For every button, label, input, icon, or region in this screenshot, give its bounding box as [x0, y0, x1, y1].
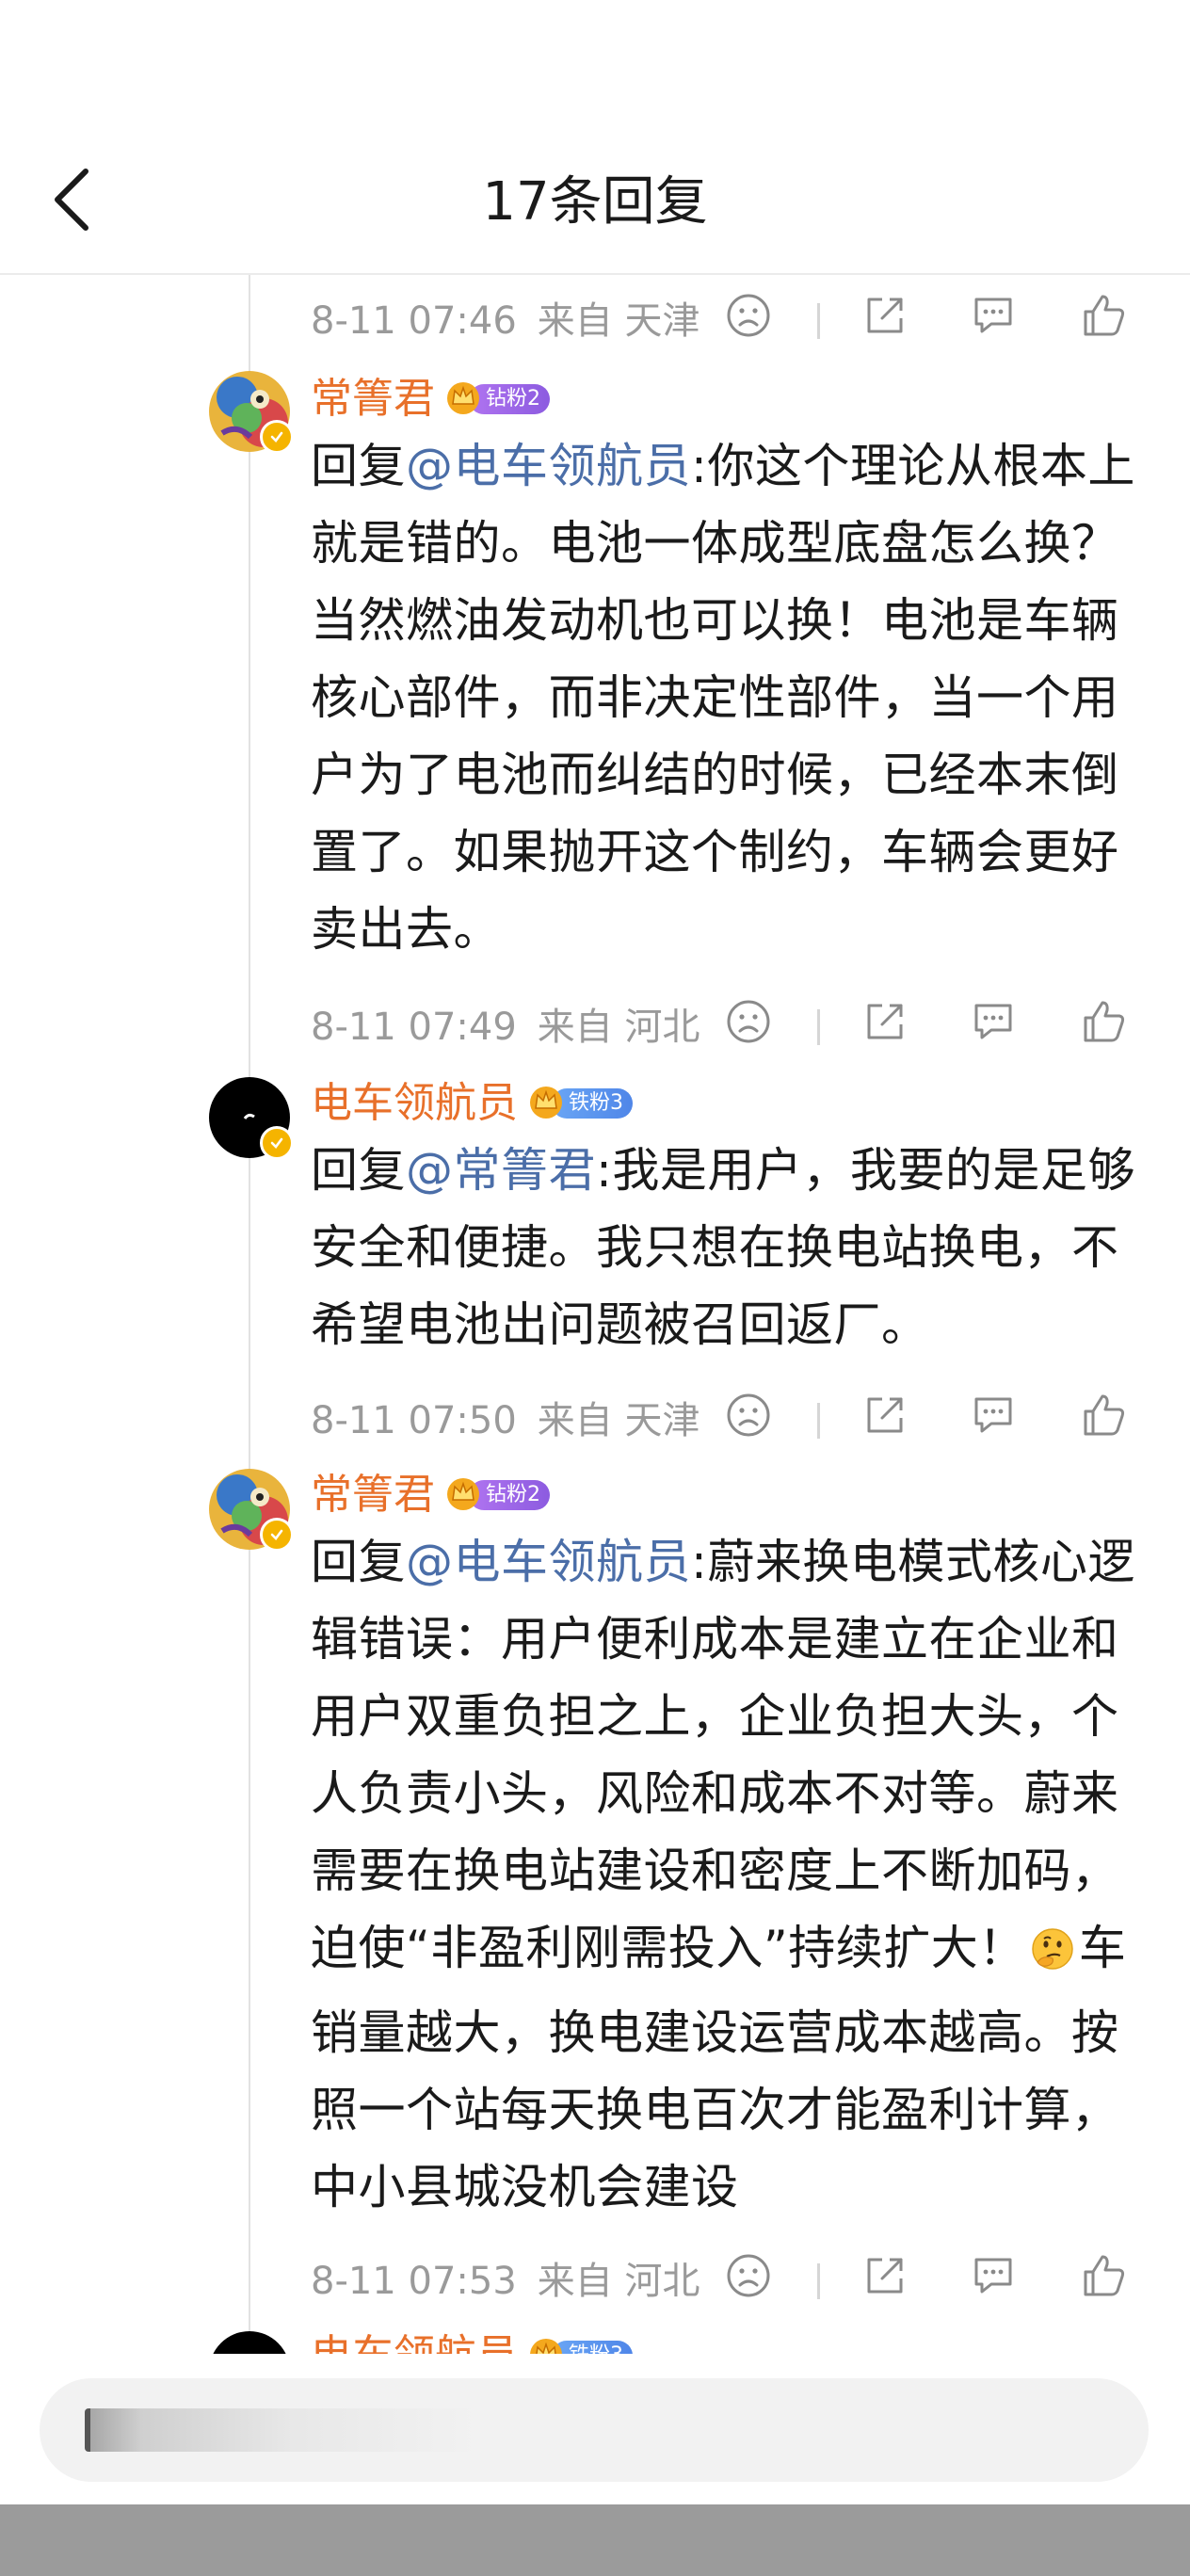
reply-prefix: 回复: [311, 1535, 406, 1589]
like-button[interactable]: [1071, 2245, 1137, 2310]
reply-content[interactable]: 回复@电车领航员:蔚来换电模式核心逻辑错误：用户便利成本是建立在企业和用户双重负…: [311, 1523, 1158, 2226]
username-row: 常箐君 钻粉2: [311, 1467, 550, 1523]
dislike-button[interactable]: [716, 1384, 781, 1450]
comment-button[interactable]: [960, 1384, 1026, 1450]
frown-face-icon: [725, 2252, 772, 2303]
frown-face-icon: [725, 1392, 772, 1442]
username-row: 电车领航员 铁粉3: [311, 1075, 633, 1132]
username[interactable]: 常箐君: [311, 371, 435, 427]
crown-icon: [527, 1083, 565, 1124]
reply-content[interactable]: 回复@电车领航员:你这个理论从根本上就是错的。电池一体成型底盘怎么换？当然燃油发…: [311, 427, 1158, 968]
share-button[interactable]: [852, 284, 918, 350]
comment-meta-row: 8-11 07:49 来自 河北: [311, 990, 1158, 1066]
share-button[interactable]: [852, 2245, 918, 2310]
thumbs-up-icon: [1080, 997, 1129, 1050]
comment-meta-row: 8-11 07:50 来自 天津: [311, 1384, 1158, 1459]
comment-time: 8-11 07:49: [311, 1006, 517, 1049]
mention-link[interactable]: @电车领航员: [406, 1535, 691, 1589]
like-button[interactable]: [1071, 990, 1137, 1056]
share-icon: [861, 1392, 909, 1442]
comment-button[interactable]: [960, 2245, 1026, 2310]
verified-badge-icon: [260, 420, 294, 454]
comment-location: 来自 河北: [537, 1006, 700, 1049]
share-icon: [861, 2252, 909, 2303]
reply-text: :你这个理论从根本上就是错的。电池一体成型底盘怎么换？当然燃油发动机也可以换！电…: [311, 439, 1135, 957]
comment-meta-row: 8-11 07:53 来自 河北: [311, 2245, 1158, 2320]
username[interactable]: 电车领航员: [311, 1075, 518, 1132]
comment-time: 8-11 07:46: [311, 299, 517, 343]
comment-bubble-icon: [969, 2252, 1018, 2303]
thumbs-up-icon: [1080, 2251, 1129, 2304]
avatar[interactable]: [209, 371, 294, 454]
action-divider: [817, 1403, 820, 1439]
share-icon: [861, 292, 909, 343]
frown-face-icon: [725, 998, 772, 1049]
reply-input[interactable]: [40, 2378, 1149, 2482]
reply-content[interactable]: 回复@常箐君:我是用户，我要的是足够安全和便捷。我只想在换电站换电，不希望电池出…: [311, 1132, 1158, 1363]
like-button[interactable]: [1071, 284, 1137, 350]
top-header: 17条回复: [0, 0, 1190, 275]
share-icon: [861, 998, 909, 1049]
share-button[interactable]: [852, 1384, 918, 1450]
comment-bubble-icon: [969, 292, 1018, 343]
thumbs-up-icon: [1080, 1391, 1129, 1443]
comment-meta-row: 8-11 07:46 来自 天津: [311, 284, 1158, 360]
comment-button[interactable]: [960, 284, 1026, 350]
comment-bubble-icon: [969, 998, 1018, 1049]
mention-link[interactable]: @常箐君: [406, 1143, 596, 1198]
crown-icon: [527, 2335, 565, 2354]
reply-thread[interactable]: 8-11 07:46 来自 天津 常箐君 钻粉2 回复@电车领航员:你这个理论从…: [0, 273, 1190, 2354]
comment-location: 来自 天津: [537, 1399, 700, 1442]
comment-button[interactable]: [960, 990, 1026, 1056]
verified-badge-icon: [260, 1518, 294, 1552]
comment-time: 8-11 07:53: [311, 2260, 517, 2303]
mention-link[interactable]: @电车领航员: [406, 439, 691, 493]
reply-prefix: 回复: [311, 1143, 406, 1198]
like-button[interactable]: [1071, 1384, 1137, 1450]
fan-badge[interactable]: 钻粉2: [444, 378, 550, 420]
avatar-image: [209, 2331, 290, 2354]
page-title: 17条回复: [482, 171, 708, 233]
crown-icon: [444, 378, 482, 420]
crown-icon: [444, 1474, 482, 1516]
dislike-button[interactable]: [716, 990, 781, 1056]
reply-text: :蔚来换电模式核心逻辑错误：用户便利成本是建立在企业和用户双重负担之上，企业负担…: [311, 1535, 1135, 1975]
action-divider: [817, 1009, 820, 1045]
frown-face-icon: [725, 292, 772, 343]
dislike-button[interactable]: [716, 2245, 781, 2310]
username-row: 电车领航员 铁粉3: [311, 2327, 633, 2354]
comment-location: 来自 天津: [537, 299, 700, 343]
reply-prefix: 回复: [311, 439, 406, 493]
action-divider: [817, 2263, 820, 2299]
comment-location: 来自 河北: [537, 2260, 700, 2303]
fan-badge[interactable]: 铁粉3: [527, 1083, 633, 1124]
username-row: 常箐君 钻粉2: [311, 371, 550, 427]
username[interactable]: 电车领航员: [311, 2327, 518, 2354]
system-navigation-bar: [0, 2504, 1190, 2576]
bottom-reply-bar: [0, 2354, 1190, 2504]
share-button[interactable]: [852, 990, 918, 1056]
fan-badge[interactable]: 铁粉3: [527, 2335, 633, 2354]
verified-badge-icon: [260, 1126, 294, 1160]
fan-badge[interactable]: 钻粉2: [444, 1474, 550, 1516]
dislike-button[interactable]: [716, 284, 781, 350]
avatar[interactable]: [209, 2331, 290, 2354]
avatar[interactable]: [209, 1469, 294, 1552]
action-divider: [817, 303, 820, 339]
avatar[interactable]: [209, 1077, 294, 1160]
thumbs-up-icon: [1080, 291, 1129, 344]
thinking-face-emoji: [1030, 1917, 1075, 1994]
comment-time: 8-11 07:50: [311, 1399, 517, 1442]
username[interactable]: 常箐君: [311, 1467, 435, 1523]
reply-input-placeholder: [85, 2408, 480, 2452]
comment-bubble-icon: [969, 1392, 1018, 1442]
